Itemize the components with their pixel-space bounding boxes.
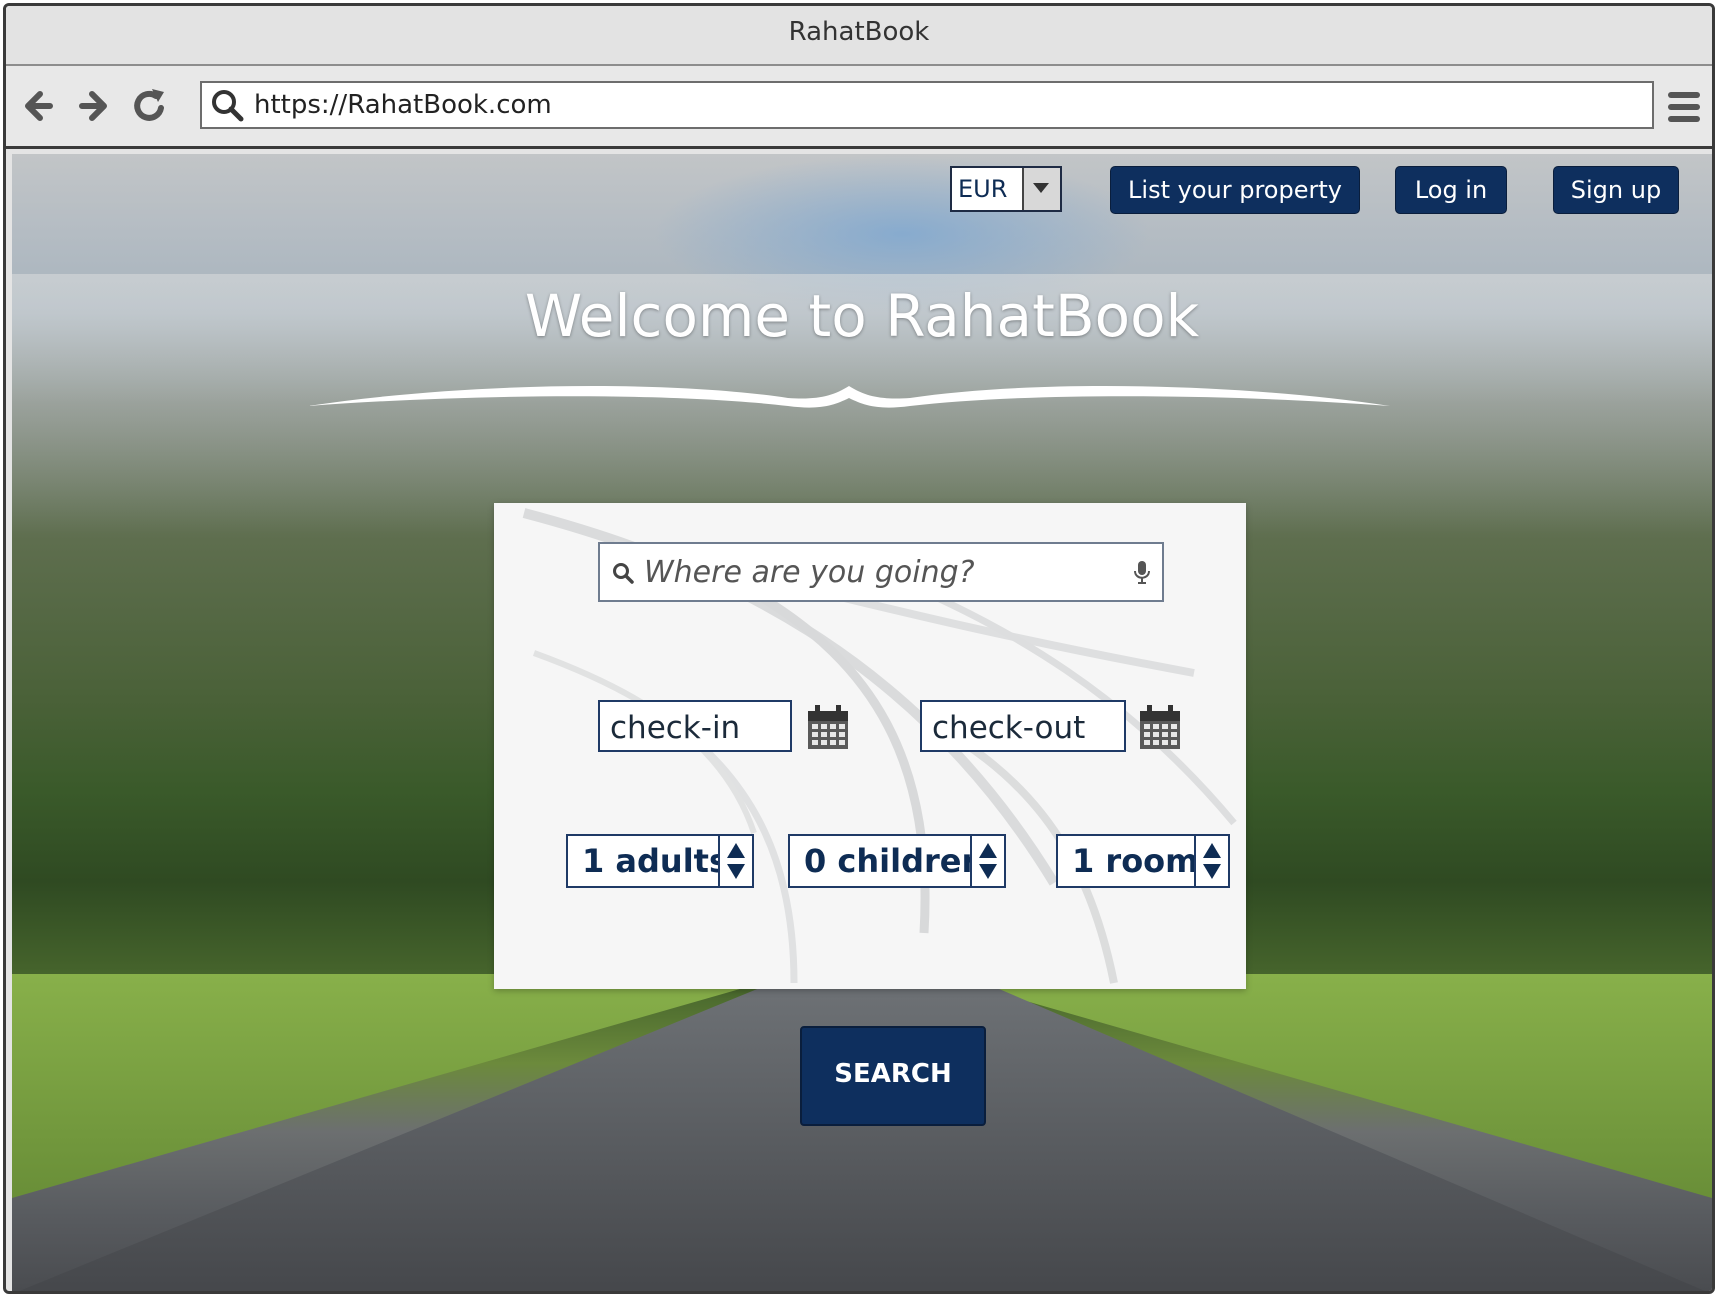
destination-input[interactable]	[642, 546, 1116, 598]
url-text[interactable]: https://RahatBook.com	[254, 83, 552, 127]
signup-button[interactable]: Sign up	[1553, 166, 1679, 214]
chevron-down-icon	[1033, 183, 1049, 193]
arrow-right-icon	[79, 91, 107, 121]
up-down-arrows-icon	[1203, 843, 1221, 879]
menu-button[interactable]	[1666, 88, 1702, 126]
title-flourish-divider	[308, 386, 1390, 408]
search-panel: check-in check-out	[494, 503, 1246, 989]
destination-search[interactable]	[598, 542, 1164, 602]
rooms-value: 1 room	[1072, 842, 1199, 880]
reload-icon	[134, 89, 164, 121]
children-stepper[interactable]: 0 children	[788, 834, 1006, 888]
dropdown-arrow[interactable]	[1022, 168, 1060, 210]
hamburger-menu-icon	[1668, 92, 1700, 122]
address-bar[interactable]: https://RahatBook.com	[200, 81, 1654, 129]
children-spin-buttons[interactable]	[970, 836, 1004, 886]
currency-select[interactable]: EUR	[950, 166, 1062, 212]
search-icon	[613, 563, 634, 584]
up-down-arrows-icon	[727, 843, 745, 879]
rooms-stepper[interactable]: 1 room	[1056, 834, 1230, 888]
hero-section: EUR List your property Log in Sign up We…	[12, 154, 1712, 1291]
forward-button[interactable]	[70, 84, 114, 128]
checkin-field[interactable]: check-in	[598, 700, 792, 752]
browser-window: RahatBook https://RahatBook.com EUR List…	[3, 3, 1715, 1294]
list-property-button[interactable]: List your property	[1110, 166, 1360, 214]
calendar-icon[interactable]	[1138, 703, 1182, 751]
adults-spin-buttons[interactable]	[718, 836, 752, 886]
login-button[interactable]: Log in	[1395, 166, 1507, 214]
browser-toolbar: https://RahatBook.com	[6, 66, 1712, 149]
calendar-icon[interactable]	[806, 703, 850, 751]
search-icon	[212, 90, 244, 122]
arrow-left-icon	[25, 91, 53, 121]
search-button[interactable]: SEARCH	[800, 1026, 986, 1126]
page-title: Welcome to RahatBook	[524, 282, 1200, 350]
up-down-arrows-icon	[979, 843, 997, 879]
currency-value: EUR	[958, 175, 1008, 203]
reload-button[interactable]	[128, 84, 172, 128]
adults-value: 1 adults	[582, 842, 728, 880]
microphone-icon[interactable]	[1134, 560, 1150, 584]
children-value: 0 children	[804, 842, 985, 880]
back-button[interactable]	[20, 84, 64, 128]
adults-stepper[interactable]: 1 adults	[566, 834, 754, 888]
window-title: RahatBook	[6, 6, 1712, 66]
rooms-spin-buttons[interactable]	[1194, 836, 1228, 886]
checkout-field[interactable]: check-out	[920, 700, 1126, 752]
